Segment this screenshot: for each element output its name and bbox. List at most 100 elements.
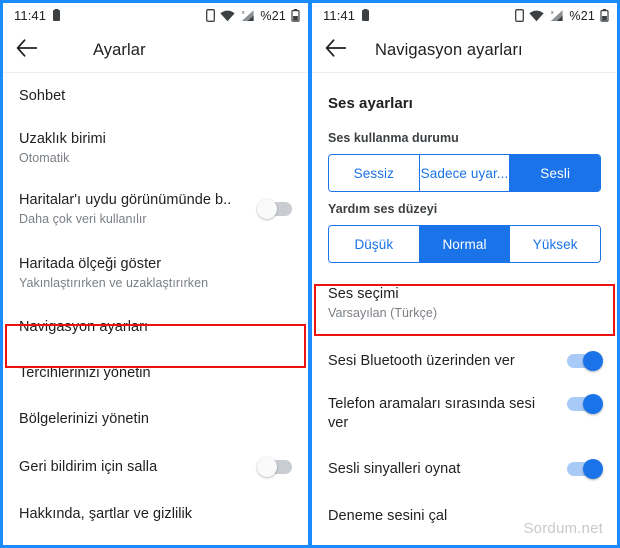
row-text: Sesli sinyalleri oynat [328,460,557,479]
segmented-control-sound-mode: Sessiz Sadece uyar... Sesli [328,154,601,192]
segmented-control-guidance-volume: Düşük Normal Yüksek [328,225,601,263]
list-item-subtitle: Otomatik [19,150,70,165]
row-text: Haritada ölçeği göster Yakınlaştırırken … [19,255,292,292]
list-item-title: Bölgelerinizi yönetin [19,410,150,427]
list-item-subtitle: Daha çok veri kullanılır [19,211,147,226]
list-item-sesi-bluetooth-uzerinden-ver[interactable]: Sesi Bluetooth üzerinden ver [312,338,617,384]
list-item-title: Sesi Bluetooth üzerinden ver [328,352,515,369]
status-battery-charging-icon [361,9,370,22]
row-text: Uzaklık birimi Otomatik [19,130,292,167]
sim-card-icon [515,9,525,22]
list-item-geri-bildirim-icin-salla[interactable]: Geri bildirim için salla [3,443,308,491]
toggle-knob [257,199,277,219]
section-title-ses-ayarlari: Ses ayarları [328,95,413,112]
status-icons-group: x %21 [515,9,609,23]
list-item-subtitle: Yakınlaştırırken ve uzaklaştırırken [19,275,209,290]
status-bar-left: 11:41 x %21 [3,3,308,28]
left-settings-list: Sohbet Uzaklık birimi Otomatik Haritalar… [3,73,308,537]
back-button-left[interactable] [3,28,49,73]
row-text: Telefon aramaları sırasında sesi ver [328,395,557,433]
list-item-title: Haritada ölçeği göster [19,255,162,272]
row-text: Navigasyon ayarları [19,318,292,337]
wifi-icon [220,10,235,22]
battery-percent-label: %21 [569,8,595,23]
left-phone-screen: 11:41 x %21 Ayarlar Sohbet Uzaklık birim… [0,0,310,548]
cellular-signal-icon: x [549,9,564,22]
segment-dusuk[interactable]: Düşük [329,226,420,262]
list-item-hakkinda-sartlar-gizlilik[interactable]: Hakkında, şartlar ve gizlilik [3,491,308,537]
status-time: 11:41 [14,8,47,23]
toggle-telefon-aramalari-sirasinda-sesi-ver[interactable] [567,394,603,414]
toggle-knob [583,351,603,371]
toggle-geri-bildirim-icin-salla[interactable] [257,457,292,477]
watermark-sordum-net: Sordum.net [523,520,603,537]
list-item-title: Tercihlerinizi yönetin [19,364,151,381]
list-item-navigasyon-ayarlari[interactable]: Navigasyon ayarları [3,304,308,351]
row-text: Sesi Bluetooth üzerinden ver [328,352,557,371]
label-ses-kullanma-durumu: Ses kullanma durumu [328,131,459,145]
list-item-title: Hakkında, şartlar ve gizlilik [19,505,193,522]
label-yardim-ses-duzeyi: Yardım ses düzeyi [328,202,438,216]
toggle-knob [583,394,603,414]
svg-text:x: x [551,10,554,16]
row-text: Sohbet [19,87,292,106]
row-text: Hakkında, şartlar ve gizlilik [19,505,292,524]
toggle-knob [583,459,603,479]
row-text: Tercihlerinizi yönetin [19,364,292,383]
battery-icon [600,9,609,22]
status-battery-charging-icon [52,9,61,22]
right-app-bar: Navigasyon ayarları [312,28,617,73]
toggle-sesi-bluetooth-uzerinden-ver[interactable] [567,351,603,371]
toggle-knob [257,457,277,477]
list-item-title: Sohbet [19,88,66,104]
list-item-title: Geri bildirim için salla [19,458,158,475]
list-item-title: Uzaklık birimi [19,130,106,147]
status-time: 11:41 [323,8,356,23]
list-item-title: Navigasyon ayarları [19,319,149,335]
back-button-right[interactable] [312,28,358,73]
right-page-title: Navigasyon ayarları [375,40,523,59]
list-item-title: Haritalar'ı uydu görünümünde b.. [19,191,232,208]
list-item-bolgelerinizi-yonetin[interactable]: Bölgelerinizi yönetin [3,395,308,443]
list-item-ses-secimi[interactable]: Ses seçimi Varsayılan (Türkçe) [312,279,617,327]
wifi-icon [529,10,544,22]
list-item-telefon-aramalari-sirasinda-sesi-ver[interactable]: Telefon aramaları sırasında sesi ver [312,384,617,444]
list-item-uzaklik-birimi[interactable]: Uzaklık birimi Otomatik [3,120,308,176]
list-item-subtitle: Varsayılan (Türkçe) [328,305,438,320]
list-item-sohbet[interactable]: Sohbet [3,73,308,120]
segment-sadece-uyar[interactable]: Sadece uyar... [419,155,511,191]
dual-screenshot-container: 11:41 x %21 Ayarlar Sohbet Uzaklık birim… [0,0,620,548]
right-phone-screen: 11:41 x %21 Navigasyon ayarları Ses ayar… [310,0,620,548]
list-item-haritada-olcegi-goster[interactable]: Haritada ölçeği göster Yakınlaştırırken … [3,242,308,304]
list-item-title: Ses seçimi [328,285,399,302]
left-page-title: Ayarlar [93,40,146,59]
toggle-sesli-sinyalleri-oynat[interactable] [567,459,603,479]
cellular-signal-icon: x [240,9,255,22]
back-arrow-icon [325,38,346,62]
battery-percent-label: %21 [260,8,286,23]
list-item-uydu-gorunumu[interactable]: Haritalar'ı uydu görünümünde b.. Daha ço… [3,176,308,242]
row-text: Ses seçimi Varsayılan (Türkçe) [328,285,601,322]
row-text: Geri bildirim için salla [19,458,248,477]
left-app-bar: Ayarlar [3,28,308,73]
sim-card-icon [206,9,216,22]
list-item-sesli-sinyalleri-oynat[interactable]: Sesli sinyalleri oynat [312,444,617,494]
row-text: Haritalar'ı uydu görünümünde b.. Daha ço… [19,191,248,228]
right-settings-content: Ses ayarları Ses kullanma durumu Sessiz … [312,73,617,538]
segment-sesli[interactable]: Sesli [510,155,600,191]
spacer-top [312,73,617,95]
segment-normal[interactable]: Normal [419,226,511,262]
list-item-title: Telefon aramaları sırasında sesi ver [328,396,536,431]
status-icons-group: x %21 [206,9,300,23]
segment-sessiz[interactable]: Sessiz [329,155,420,191]
battery-icon [291,9,300,22]
toggle-uydu-gorunumu[interactable] [257,199,292,219]
row-text: Bölgelerinizi yönetin [19,410,292,429]
segment-yuksek[interactable]: Yüksek [510,226,600,262]
list-item-tercihlerinizi-yonetin[interactable]: Tercihlerinizi yönetin [3,351,308,395]
